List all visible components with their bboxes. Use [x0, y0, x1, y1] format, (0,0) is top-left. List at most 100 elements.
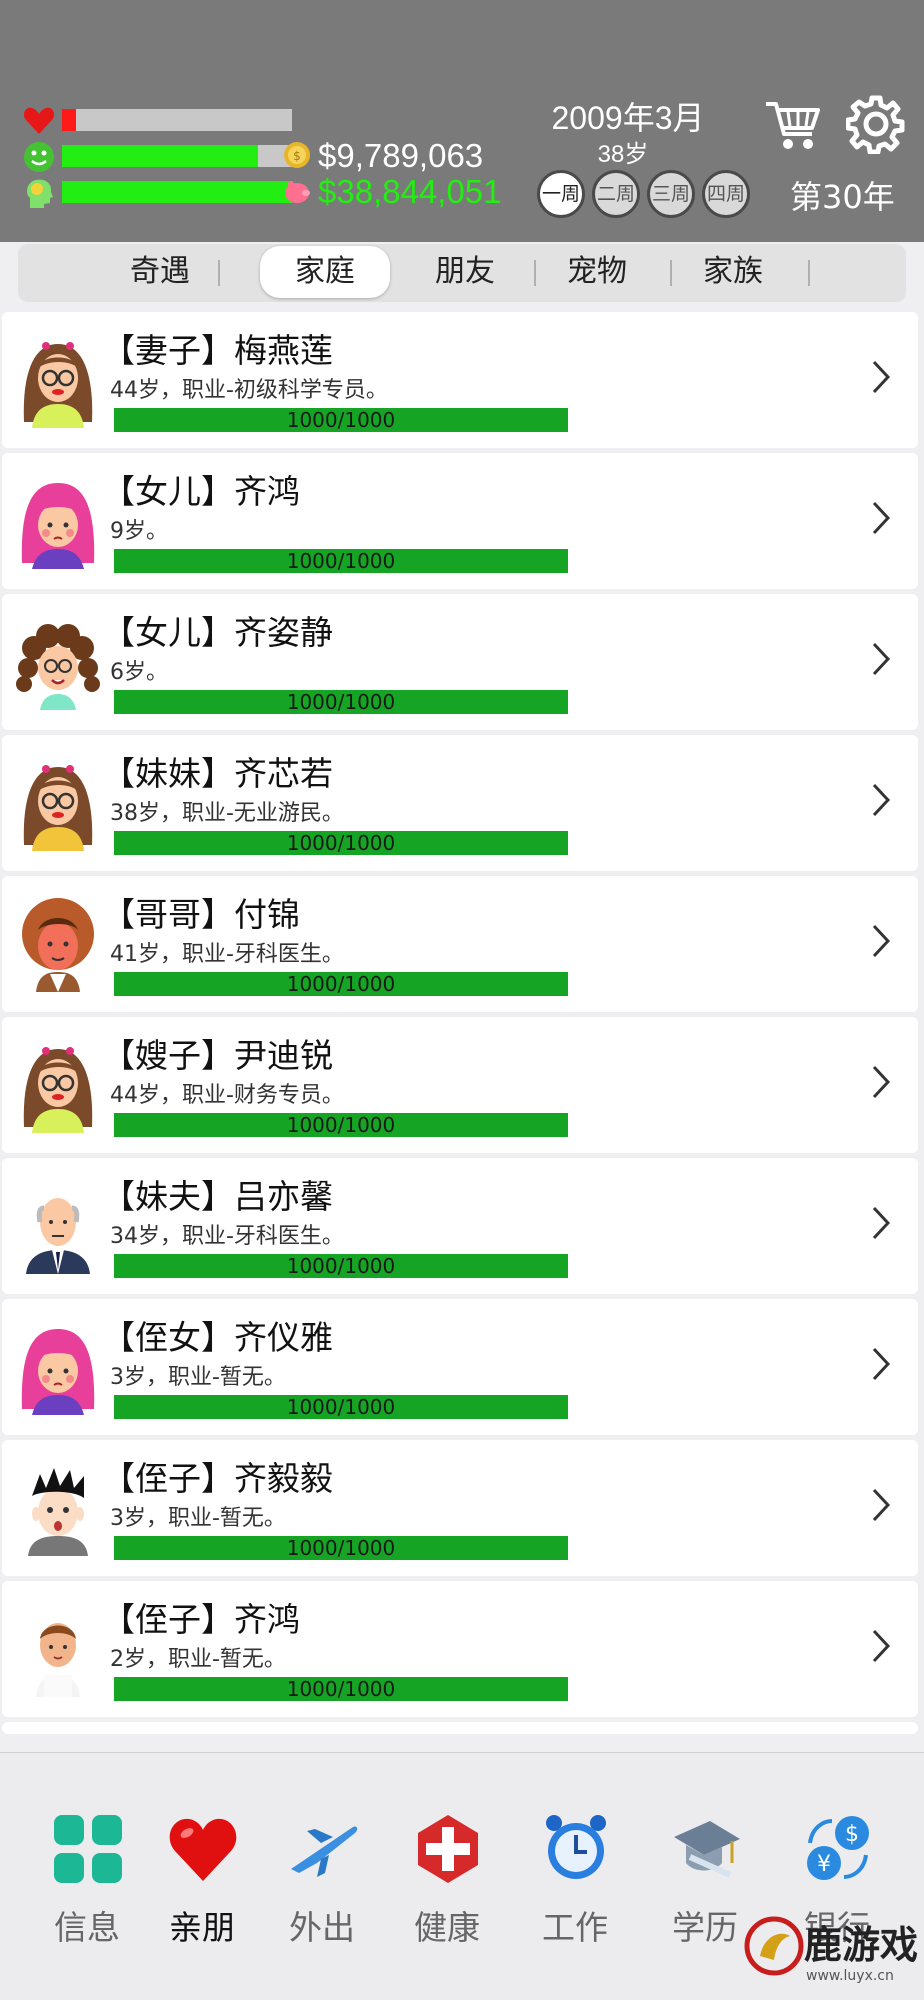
relationship-value: 1000/1000 — [286, 1395, 396, 1419]
member-title: 【哥哥】付锦 — [102, 895, 300, 934]
game-date: 2009年3月 — [551, 100, 705, 136]
smiley-face-icon — [24, 142, 54, 172]
player-age: 38岁 — [597, 141, 649, 168]
nav-label: 亲朋 — [169, 1908, 235, 1947]
chevron-right-icon[interactable] — [870, 499, 892, 537]
svg-text:$: $ — [845, 1822, 859, 1847]
week-button-3[interactable]: 三周 — [647, 170, 695, 218]
spiky-hair-boy-avatar — [14, 1460, 102, 1556]
little-boy-avatar — [14, 1601, 102, 1697]
tab-divider — [218, 260, 220, 286]
airplane-icon — [291, 1826, 358, 1877]
chevron-right-icon[interactable] — [870, 1627, 892, 1665]
chevron-right-icon[interactable] — [870, 781, 892, 819]
tab-divider — [808, 260, 810, 286]
man-red-face-avatar — [14, 896, 102, 992]
member-title: 【妻子】梅燕莲 — [102, 331, 333, 370]
chevron-right-icon[interactable] — [870, 358, 892, 396]
relationship-bar: 1000/1000 — [114, 1113, 568, 1137]
heart-icon — [23, 107, 55, 134]
piggy-bank-icon — [285, 181, 310, 203]
family-member-card[interactable] — [2, 1722, 918, 1734]
nav-label: 工作 — [542, 1908, 608, 1947]
family-member-card[interactable]: 【妻子】梅燕莲 44岁，职业-初级科学专员。 1000/1000 — [2, 312, 918, 448]
health-bar-fill — [62, 109, 76, 131]
family-member-card[interactable]: 【妹妹】齐芯若 38岁，职业-无业游民。 1000/1000 — [2, 735, 918, 871]
family-member-card[interactable]: 【哥哥】付锦 41岁，职业-牙科医生。 1000/1000 — [2, 876, 918, 1012]
nav-relations[interactable]: 亲朋 — [147, 1813, 257, 1947]
member-description: 3岁，职业-暂无。 — [110, 1365, 286, 1390]
intelligence-bar-fill — [62, 181, 292, 203]
relationship-bar: 1000/1000 — [114, 1536, 568, 1560]
watermark-text: 鹿游戏 — [804, 1923, 919, 1967]
woman-glasses-avatar — [14, 332, 102, 428]
relationship-value: 1000/1000 — [286, 1536, 396, 1560]
graduation-cap-icon — [674, 1821, 740, 1878]
relationship-value: 1000/1000 — [286, 831, 396, 855]
tab-pets[interactable]: 宠物 — [532, 246, 662, 298]
member-description: 44岁，职业-财务专员。 — [110, 1083, 344, 1108]
member-description: 9岁。 — [110, 519, 168, 544]
settings-gear-icon[interactable] — [846, 94, 906, 154]
nav-health[interactable]: 健康 — [392, 1813, 502, 1947]
pink-hair-girl-avatar — [14, 473, 102, 569]
shopping-cart-icon[interactable] — [764, 96, 822, 154]
relationship-bar: 1000/1000 — [114, 831, 568, 855]
happiness-bar — [62, 145, 292, 167]
assets-amount: $38,844,051 — [318, 173, 502, 210]
alarm-clock-icon — [546, 1815, 606, 1879]
heart-icon — [169, 1818, 237, 1881]
family-member-card[interactable]: 【嫂子】尹迪锐 44岁，职业-财务专员。 1000/1000 — [2, 1017, 918, 1153]
nav-work[interactable]: 工作 — [520, 1813, 630, 1947]
chevron-right-icon[interactable] — [870, 640, 892, 678]
member-description: 41岁，职业-牙科医生。 — [110, 942, 344, 967]
week-button-1[interactable]: 一周 — [537, 170, 585, 218]
tab-friends[interactable]: 朋友 — [400, 246, 530, 298]
relationship-bar: 1000/1000 — [114, 1677, 568, 1701]
currency-exchange-icon: $ ¥ — [807, 1816, 869, 1880]
gold-coin-icon: $ — [284, 142, 310, 168]
member-description: 38岁，职业-无业游民。 — [110, 801, 344, 826]
relationship-bar: 1000/1000 — [114, 549, 568, 573]
family-member-card[interactable]: 【女儿】齐姿静 6岁。 1000/1000 — [2, 594, 918, 730]
family-member-card[interactable]: 【侄女】齐仪雅 3岁，职业-暂无。 1000/1000 — [2, 1299, 918, 1435]
svg-text:$: $ — [293, 149, 301, 163]
chevron-right-icon[interactable] — [870, 1486, 892, 1524]
nav-info[interactable]: 信息 — [32, 1813, 142, 1947]
week-button-2[interactable]: 二周 — [592, 170, 640, 218]
week-button-4[interactable]: 四周 — [702, 170, 750, 218]
member-description: 3岁，职业-暂无。 — [110, 1506, 286, 1531]
chevron-right-icon[interactable] — [870, 1063, 892, 1101]
relationship-bar: 1000/1000 — [114, 690, 568, 714]
chevron-right-icon[interactable] — [870, 1345, 892, 1383]
relationship-value: 1000/1000 — [286, 972, 396, 996]
family-member-card[interactable]: 【侄子】齐鸿 2岁，职业-暂无。 1000/1000 — [2, 1581, 918, 1717]
tab-family[interactable]: 家庭 — [260, 246, 390, 298]
relationship-bar: 1000/1000 — [114, 1254, 568, 1278]
medical-cross-icon — [418, 1815, 478, 1883]
health-bar — [62, 109, 292, 131]
category-tabs: 奇遇 家庭 朋友 宠物 家族 — [18, 244, 906, 302]
relationship-value: 1000/1000 — [286, 549, 396, 573]
nav-label: 外出 — [289, 1908, 355, 1947]
relationship-value: 1000/1000 — [286, 1254, 396, 1278]
tab-encounters[interactable]: 奇遇 — [95, 246, 225, 298]
year-counter: 第30年 — [790, 178, 895, 216]
family-member-card[interactable]: 【侄子】齐毅毅 3岁，职业-暂无。 1000/1000 — [2, 1440, 918, 1576]
chevron-right-icon[interactable] — [870, 922, 892, 960]
tab-clan[interactable]: 家族 — [668, 246, 798, 298]
member-title: 【妹妹】齐芯若 — [102, 754, 333, 793]
relationship-value: 1000/1000 — [286, 408, 396, 432]
family-member-card[interactable]: 【女儿】齐鸿 9岁。 1000/1000 — [2, 453, 918, 589]
family-member-card[interactable]: 【妹夫】吕亦馨 34岁，职业-牙科医生。 1000/1000 — [2, 1158, 918, 1294]
relationship-value: 1000/1000 — [286, 690, 396, 714]
cash-amount: $9,789,063 — [318, 137, 484, 174]
member-title: 【女儿】齐鸿 — [102, 472, 300, 511]
nav-travel[interactable]: 外出 — [267, 1813, 377, 1947]
relationship-bar: 1000/1000 — [114, 1395, 568, 1419]
happiness-bar-fill — [62, 145, 258, 167]
member-title: 【侄女】齐仪雅 — [102, 1318, 333, 1357]
chevron-right-icon[interactable] — [870, 1204, 892, 1242]
curly-hair-girl-avatar — [14, 614, 102, 710]
nav-label: 健康 — [414, 1908, 480, 1947]
